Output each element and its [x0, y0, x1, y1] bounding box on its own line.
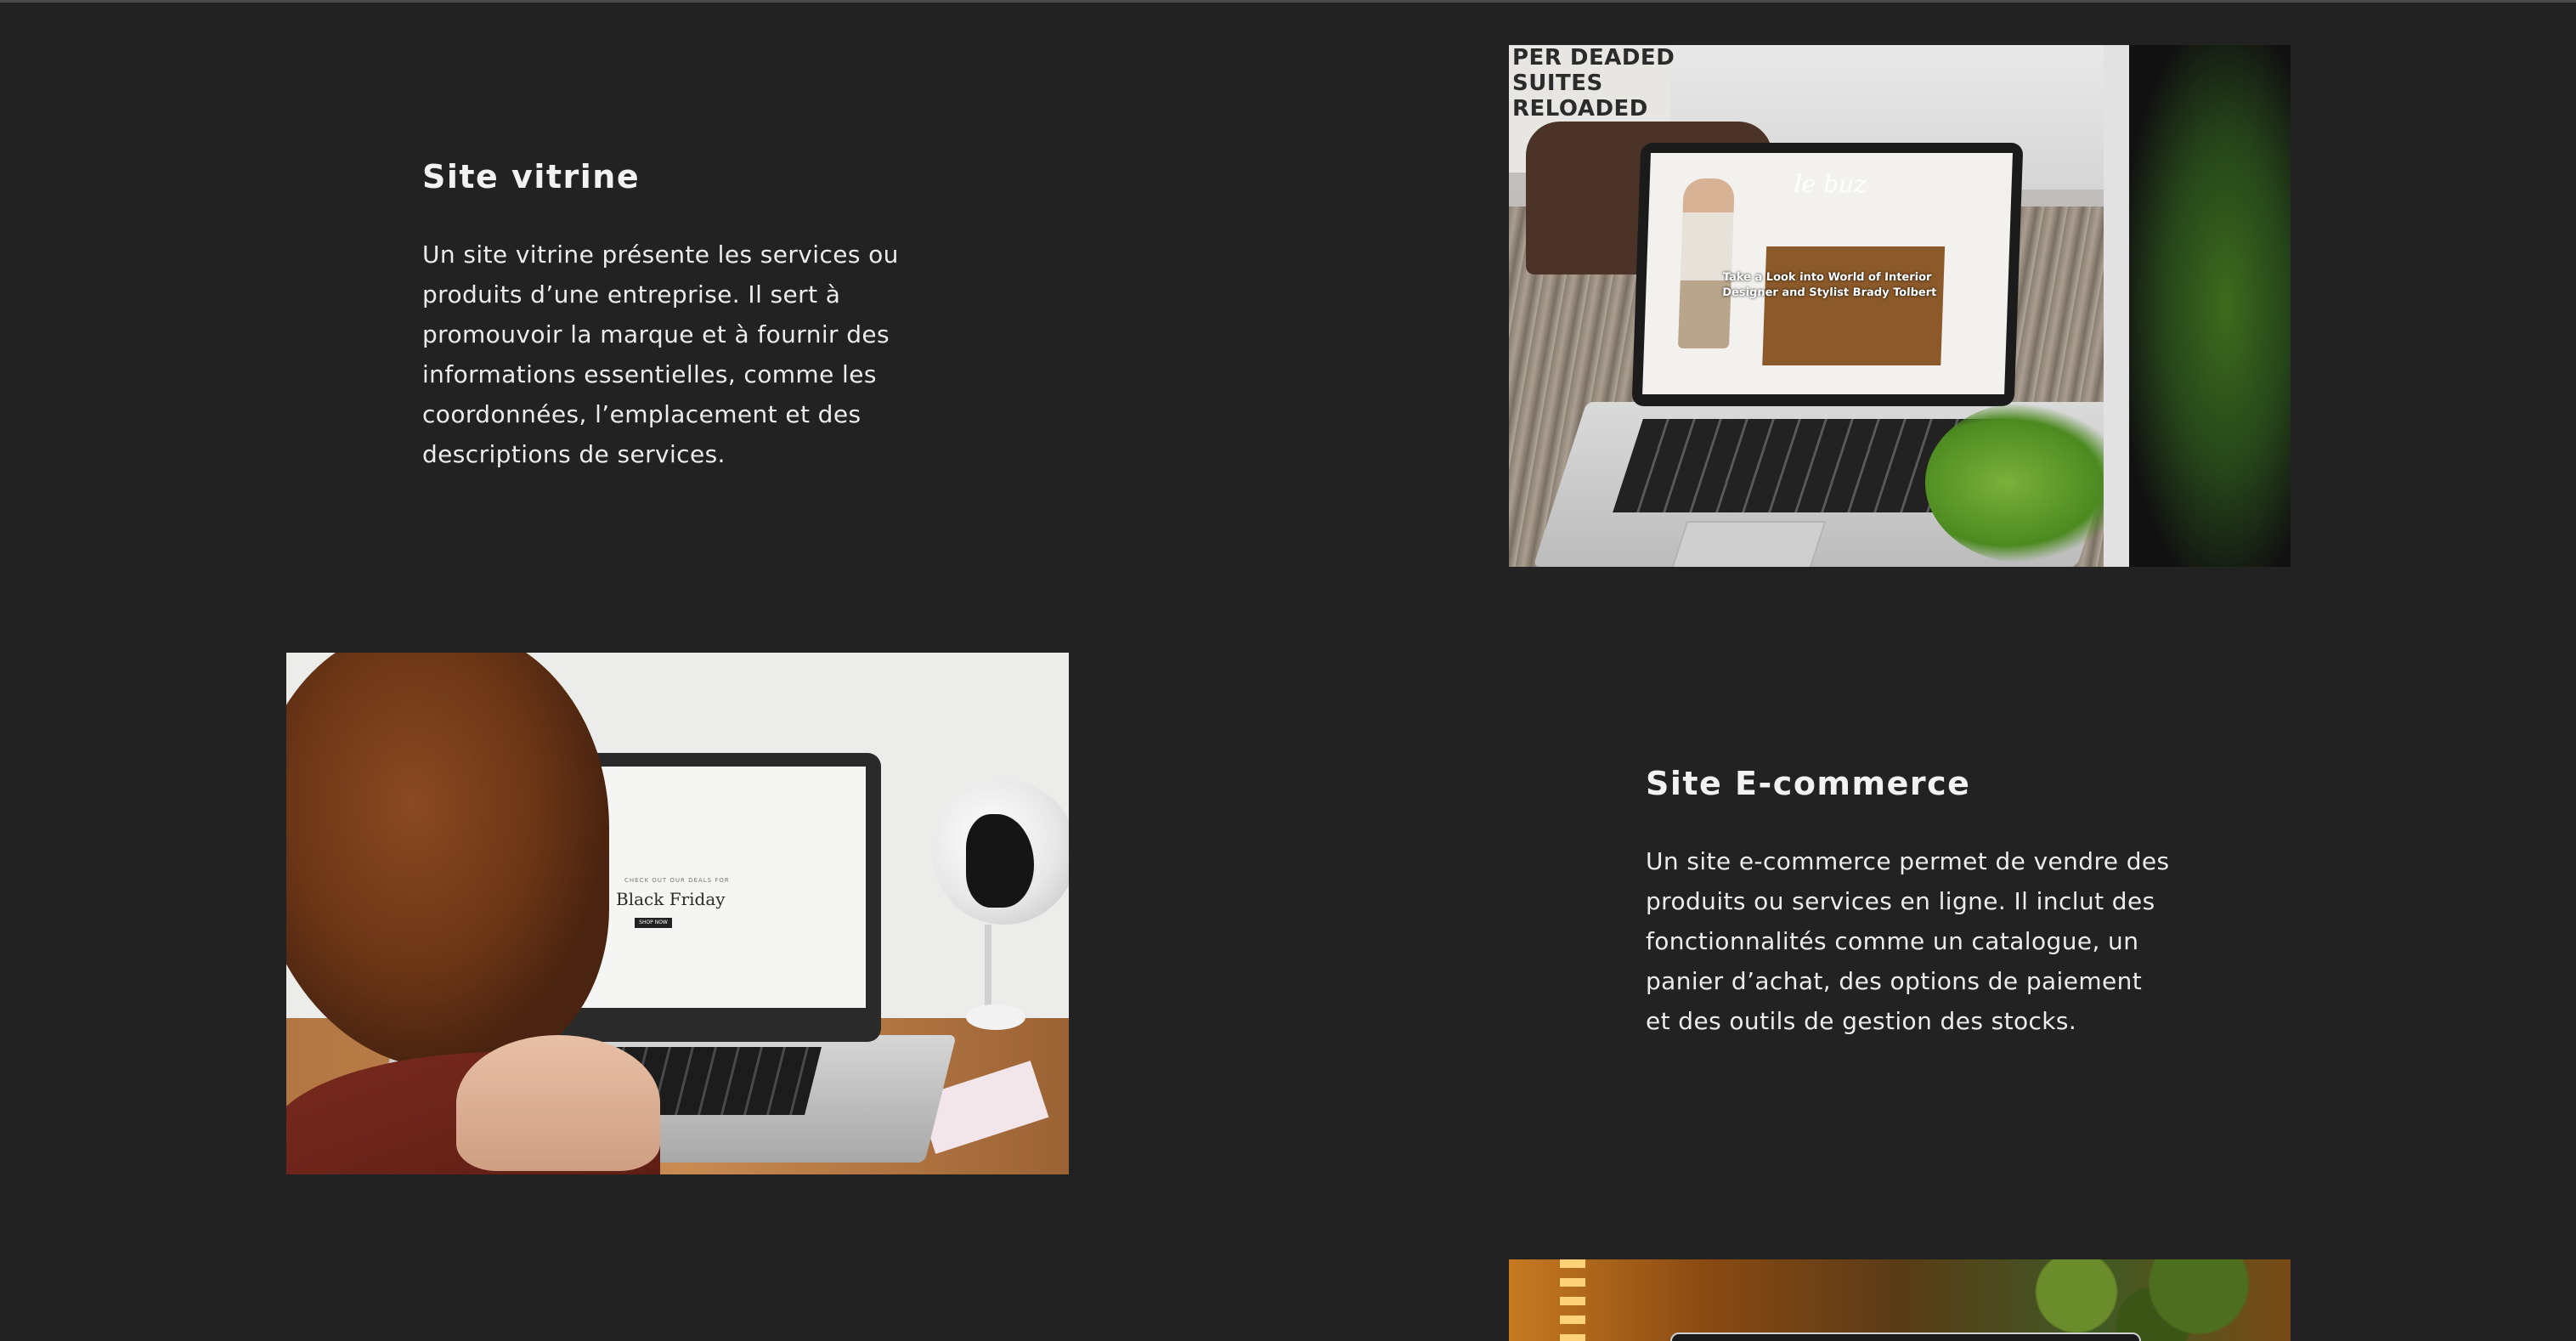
next-section-photo [1509, 1259, 2291, 1341]
woman-hand [456, 1035, 660, 1171]
section-site-vitrine: Site vitrine Un site vitrine présente le… [422, 158, 949, 474]
site-vitrine-photo: PER DEADED SUITES RELOADED le buz Take a… [1509, 45, 2291, 567]
website-headline: Take a Look into World of Interior Desig… [1721, 271, 1937, 299]
site-ecommerce-photo: CHECK OUT OUR DEALS FOR Black Friday SHO… [286, 653, 1069, 1174]
sideboard [1762, 246, 1946, 365]
woman-hair [286, 653, 609, 1069]
website-logo: le buz [1794, 170, 1867, 198]
plant [2129, 45, 2291, 567]
top-divider [0, 0, 2576, 3]
string-lights [1560, 1259, 1585, 1341]
website-title: Black Friday [616, 889, 726, 909]
globe-base [966, 1004, 1025, 1030]
section-description: Un site vitrine présente les services ou… [422, 240, 899, 468]
poster-text: PER DEADED SUITES RELOADED [1512, 45, 1675, 122]
section-title: Site E-commerce [1646, 765, 1971, 802]
website-kicker: CHECK OUT OUR DEALS FOR [624, 877, 730, 884]
website-button: SHOP NOW [635, 918, 672, 928]
section-title: Site vitrine [422, 158, 641, 195]
section-description: Un site e-commerce permet de vendre des … [1646, 847, 2170, 1035]
device-top-edge [1670, 1333, 2141, 1341]
laptop-website: le buz Take a Look into World of Interio… [1642, 153, 2013, 394]
foliage [1985, 1259, 2291, 1341]
laptop-screen: le buz Take a Look into World of Interio… [1631, 143, 2024, 406]
plant-leaf [1925, 402, 2129, 563]
person-figure [1677, 178, 1735, 348]
section-site-ecommerce: Site E-commerce Un site e-commerce perme… [1646, 765, 2172, 1041]
laptop-trackpad [1670, 521, 1827, 567]
